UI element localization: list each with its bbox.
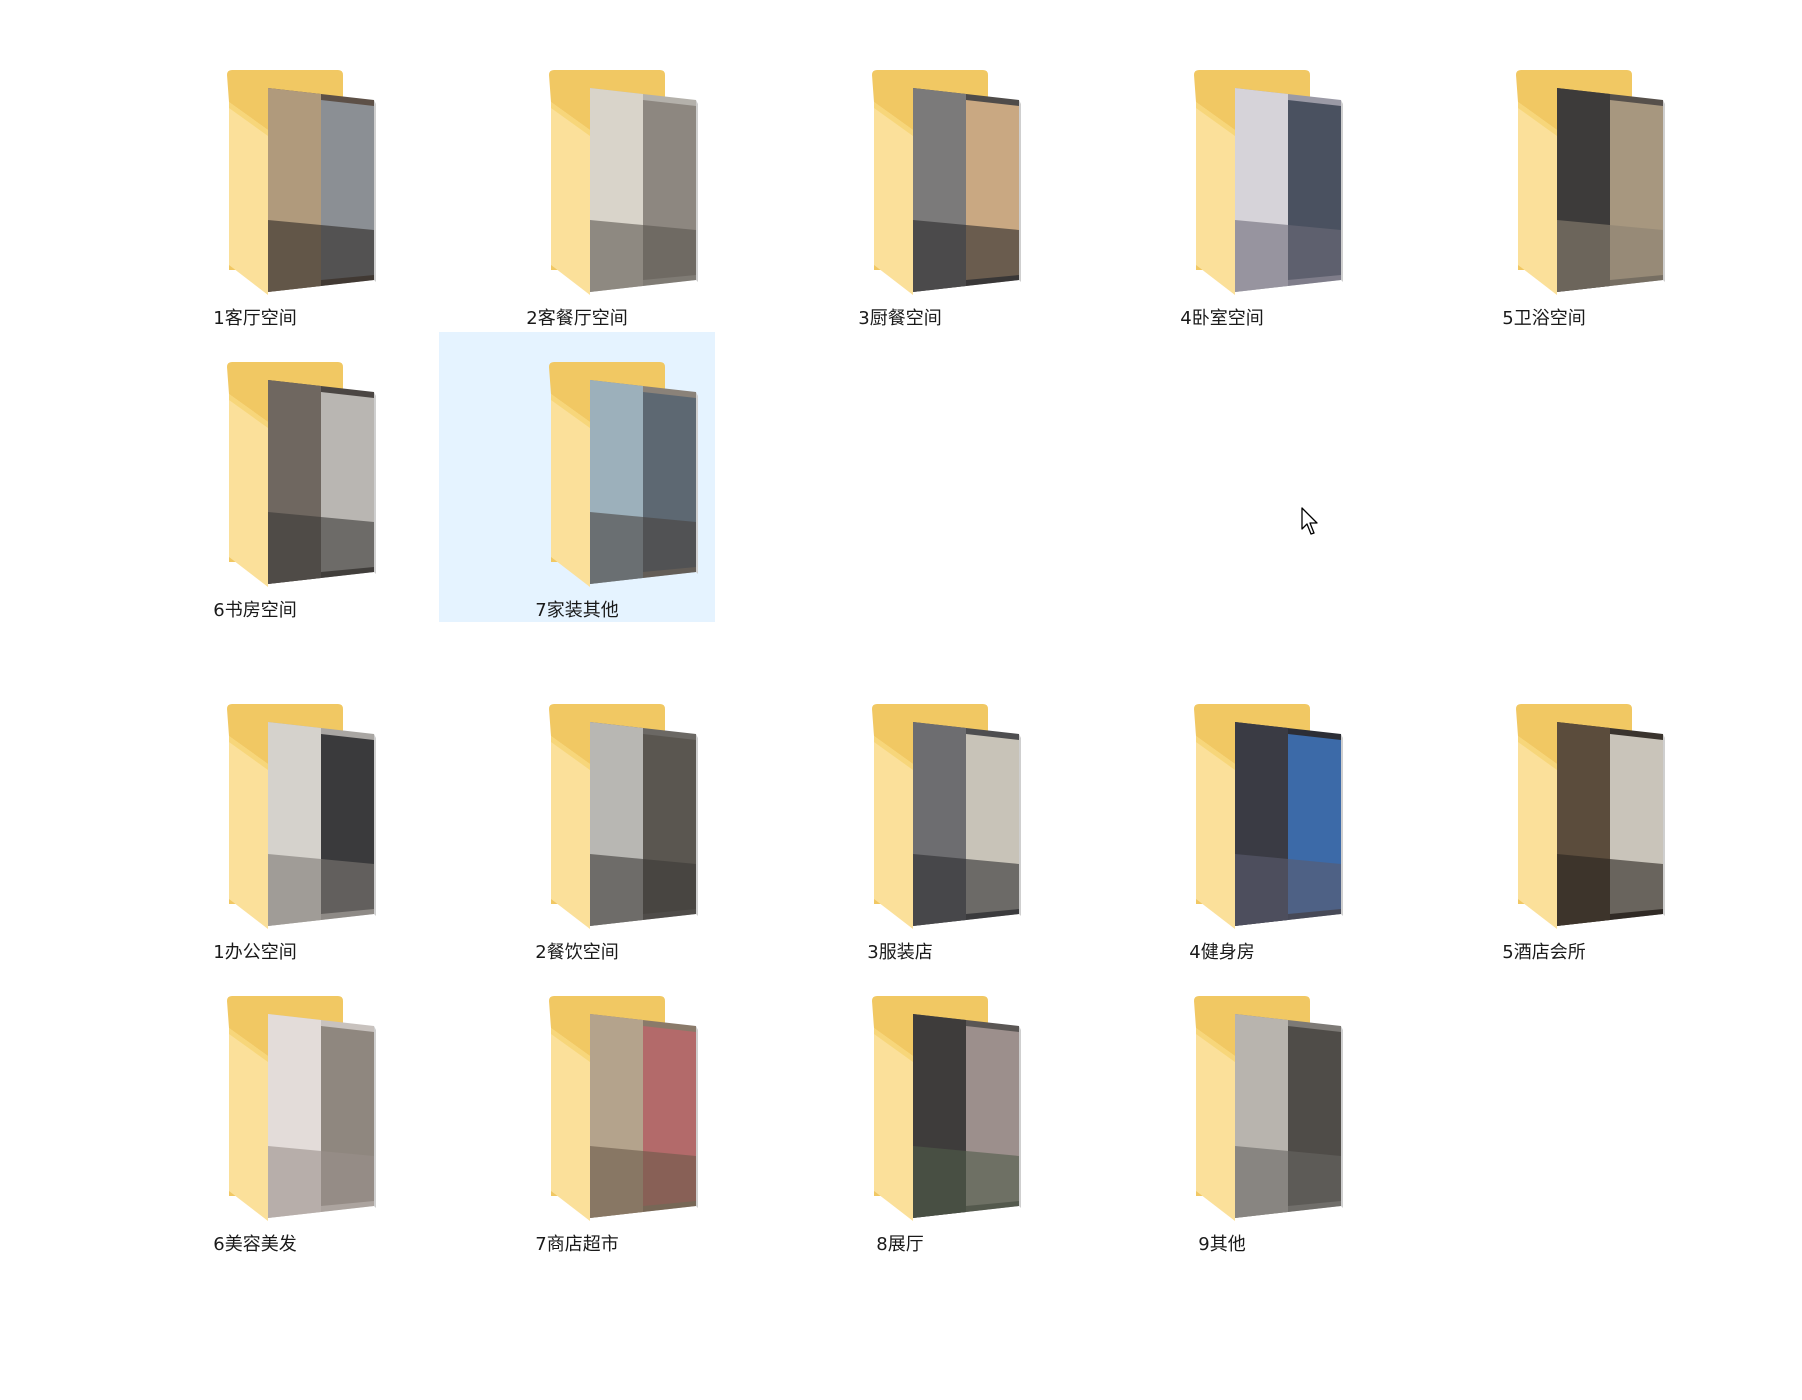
folder-icon [1194,70,1343,295]
folder-item[interactable]: 3厨餐空间 [762,40,1038,330]
folder-label: 3服装店 [867,942,933,963]
folder-label: 1办公空间 [213,942,297,963]
folder-icon [1516,70,1665,295]
folder-label: 7商店超市 [535,1234,619,1255]
folder-icon [549,704,698,929]
folder-label: 6美容美发 [213,1234,297,1255]
folder-label: 1客厅空间 [213,308,297,329]
folder-item[interactable]: 4卧室空间 [1084,40,1360,330]
folder-icon [549,70,698,295]
folder-item[interactable]: 4健身房 [1084,674,1360,964]
folder-icon [549,362,698,587]
folder-item[interactable]: 2客餐厅空间 [439,40,715,330]
folder-icon [227,704,376,929]
folder-icon [1194,704,1343,929]
folder-label: 8展厅 [876,1234,924,1255]
folder-item[interactable]: 9其他 [1084,966,1360,1256]
folder-item[interactable]: 7商店超市 [439,966,715,1256]
folder-item[interactable]: 6美容美发 [117,966,393,1256]
folder-icon [872,996,1021,1221]
folder-item-selected[interactable]: 7家装其他 [439,332,715,622]
folder-label: 5酒店会所 [1502,942,1586,963]
folder-label: 3厨餐空间 [858,308,942,329]
folder-icon [227,362,376,587]
folder-label: 6书房空间 [213,600,297,621]
folder-icon [227,996,376,1221]
folder-icon [872,70,1021,295]
folder-icon [1516,704,1665,929]
folder-item[interactable]: 6书房空间 [117,332,393,622]
folder-label: 5卫浴空间 [1502,308,1586,329]
folder-label: 4卧室空间 [1180,308,1264,329]
folder-item[interactable]: 1办公空间 [117,674,393,964]
folder-label: 2客餐厅空间 [526,308,628,329]
folder-item[interactable]: 8展厅 [762,966,1038,1256]
mouse-pointer-icon [1301,507,1318,535]
folder-label: 4健身房 [1189,942,1255,963]
folder-item[interactable]: 5卫浴空间 [1406,40,1682,330]
folder-item[interactable]: 5酒店会所 [1406,674,1682,964]
folder-item[interactable]: 2餐饮空间 [439,674,715,964]
folder-label: 2餐饮空间 [535,942,619,963]
folder-item[interactable]: 1客厅空间 [117,40,393,330]
folder-item[interactable]: 3服装店 [762,674,1038,964]
folder-icon [549,996,698,1221]
folder-icon [872,704,1021,929]
folder-icon [227,70,376,295]
folder-label: 7家装其他 [535,600,619,621]
folder-label: 9其他 [1198,1234,1246,1255]
folder-icon [1194,996,1343,1221]
